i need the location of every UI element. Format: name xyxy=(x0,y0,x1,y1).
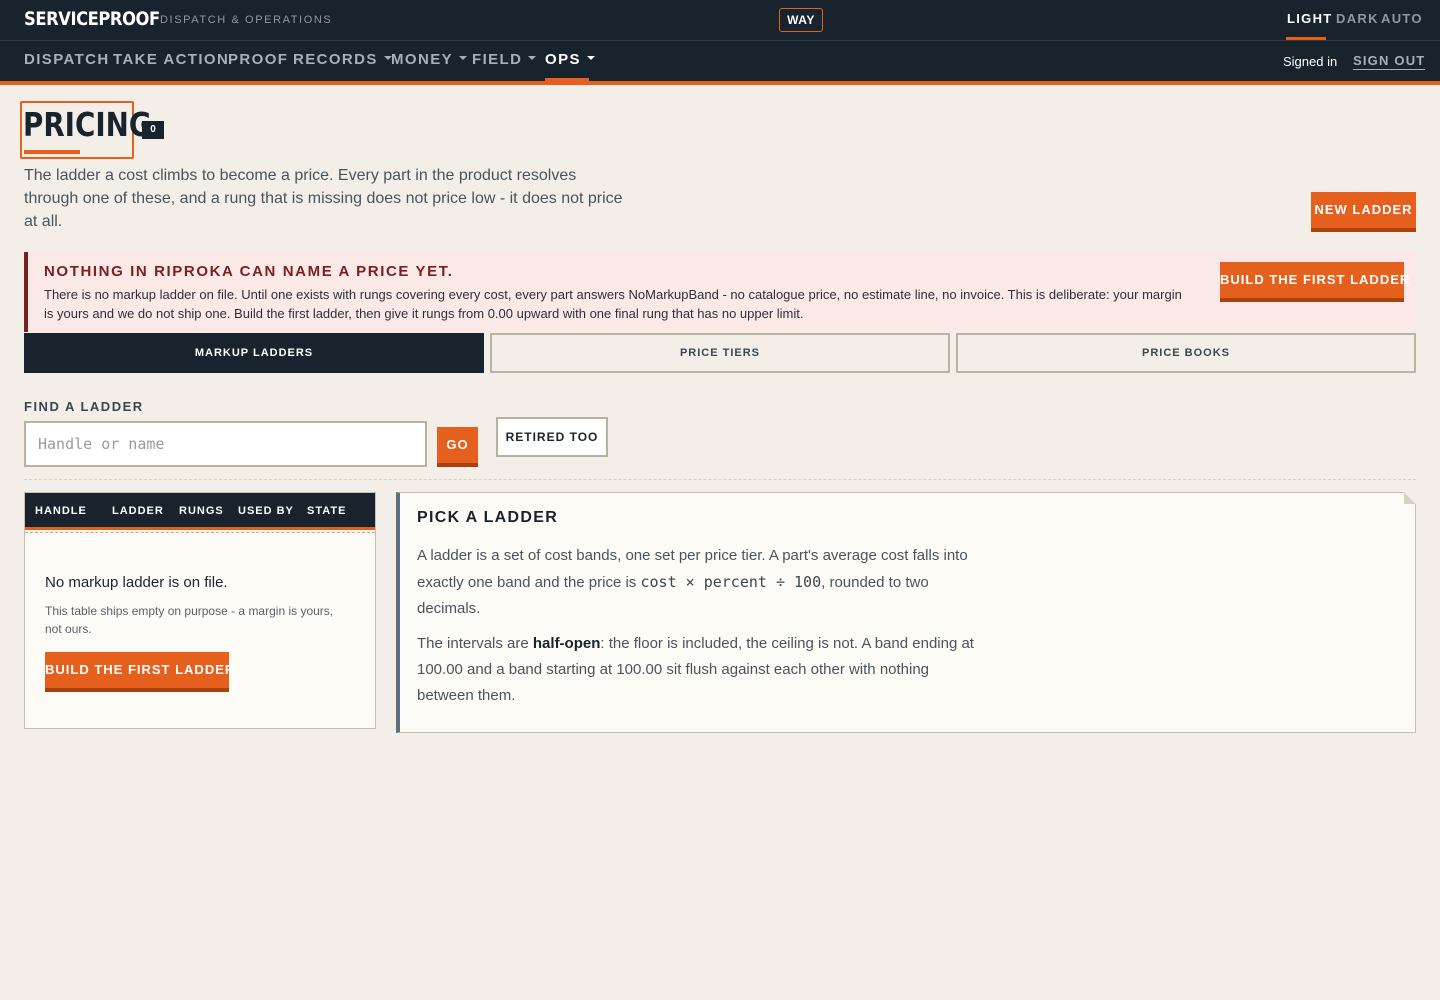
chevron-down-icon xyxy=(459,56,468,61)
pick-ladder-panel: PICK A LADDER A ladder is a set of cost … xyxy=(396,492,1416,733)
ladders-table: HANDLE LADDER RUNGS USED BY STATE No mar… xyxy=(24,492,376,729)
theme-dark-button[interactable]: DARK xyxy=(1336,11,1379,26)
nav-dispatch[interactable]: DISPATCH xyxy=(24,51,110,68)
nav-field-label: FIELD xyxy=(472,51,523,68)
half-open-term: half-open xyxy=(532,635,601,652)
retired-too-toggle[interactable]: RETIRED TOO xyxy=(496,417,608,457)
alert-banner: NOTHING IN RIPROKA CAN NAME A PRICE YET.… xyxy=(24,252,1416,332)
empty-build-ladder-button[interactable]: BUILD THE FIRST LADDER xyxy=(45,652,234,692)
tab-markup-ladders[interactable]: MARKUP LADDERS xyxy=(24,333,484,373)
theme-active-indicator xyxy=(1286,37,1326,40)
info-p2-text: The intervals are xyxy=(417,635,533,652)
table-header-divider xyxy=(25,532,375,533)
count-badge: 0 xyxy=(142,121,164,139)
column-header-used-by[interactable]: USED BY xyxy=(238,505,294,517)
info-paragraph-1: A ladder is a set of cost bands, one set… xyxy=(417,543,987,622)
page-title: PRICING xyxy=(23,105,152,144)
nav-records-label: RECORDS xyxy=(293,51,378,68)
corner-fold xyxy=(1404,492,1416,504)
column-header-handle[interactable]: HANDLE xyxy=(35,505,87,517)
go-button[interactable]: GO xyxy=(437,427,478,467)
search-input[interactable] xyxy=(24,421,427,467)
nav-ops[interactable]: OPS xyxy=(545,51,595,68)
nav-accent-rule xyxy=(0,81,1440,85)
nav-proof-label: PROOF xyxy=(228,51,289,68)
nav-money[interactable]: MONEY xyxy=(391,51,468,68)
nav-take-action-label: TAKE ACTION xyxy=(113,51,230,68)
chevron-down-icon xyxy=(528,56,537,61)
page-intro: The ladder a cost climbs to become a pri… xyxy=(24,167,623,230)
column-header-ladder[interactable]: LADDER xyxy=(112,505,164,517)
tab-price-tiers[interactable]: PRICE TIERS xyxy=(490,333,950,373)
info-title: PICK A LADDER xyxy=(417,509,559,526)
nav-money-label: MONEY xyxy=(391,51,454,68)
formula-code: cost × percent ÷ 100 xyxy=(640,573,822,591)
divider xyxy=(24,479,1416,480)
theme-light-button[interactable]: LIGHT xyxy=(1287,11,1333,26)
nav-ops-label: OPS xyxy=(545,51,581,68)
alert-build-ladder-button[interactable]: BUILD THE FIRST LADDER xyxy=(1220,262,1409,302)
alert-title: NOTHING IN RIPROKA CAN NAME A PRICE YET. xyxy=(44,263,454,280)
main-nav: DISPATCH TAKE ACTION PROOF RECORDS MONEY… xyxy=(0,41,1440,81)
new-ladder-button[interactable]: NEW LADDER xyxy=(1311,192,1416,232)
tab-price-books[interactable]: PRICE BOOKS xyxy=(956,333,1416,373)
theme-auto-button[interactable]: AUTO xyxy=(1381,11,1423,26)
empty-state-title: No markup ladder is on file. xyxy=(45,574,228,591)
info-paragraph-2: The intervals are half-open: the floor i… xyxy=(417,631,987,709)
brand-logo[interactable]: SERVICEPROOF xyxy=(24,8,160,30)
top-bar: SERVICEPROOF DISPATCH & OPERATIONS WAY L… xyxy=(0,0,1440,41)
nav-proof[interactable]: PROOF xyxy=(228,51,288,68)
chevron-down-icon xyxy=(586,56,595,61)
signed-in-label: Signed in xyxy=(1283,54,1338,69)
brand-subtitle: DISPATCH & OPERATIONS xyxy=(160,14,333,26)
column-header-state[interactable]: STATE xyxy=(307,505,346,517)
sign-out-link[interactable]: SIGN OUT xyxy=(1353,53,1426,70)
nav-dispatch-label: DISPATCH xyxy=(24,51,110,68)
alert-body: There is no markup ladder on file. Until… xyxy=(44,287,1182,321)
nav-records[interactable]: RECORDS xyxy=(293,51,392,68)
column-header-rungs[interactable]: RUNGS xyxy=(179,505,224,517)
nav-take-action[interactable]: TAKE ACTION xyxy=(113,51,229,68)
find-ladder-label: FIND A LADDER xyxy=(24,399,144,414)
nav-field[interactable]: FIELD xyxy=(472,51,537,68)
table-header: HANDLE LADDER RUNGS USED BY STATE xyxy=(25,493,375,530)
page-title-underline xyxy=(24,150,80,154)
empty-state-note: This table ships empty on purpose - a ma… xyxy=(45,604,334,636)
way-button[interactable]: WAY xyxy=(779,8,823,32)
